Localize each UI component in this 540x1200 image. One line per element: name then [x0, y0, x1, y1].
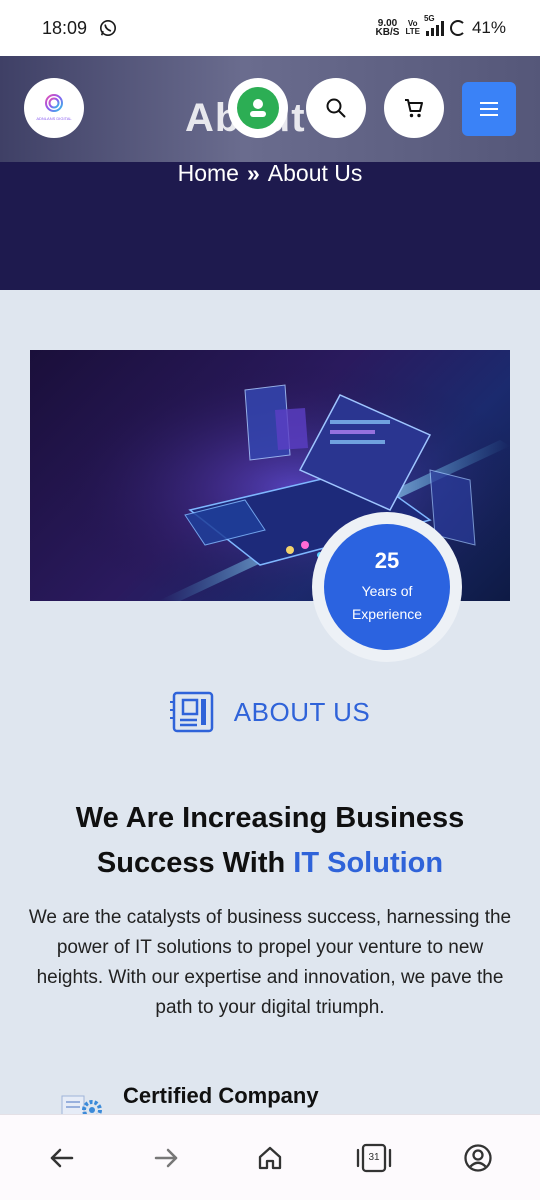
experience-years: 25: [374, 548, 400, 573]
menu-button[interactable]: [462, 82, 516, 136]
arrow-right-icon: [154, 1148, 178, 1167]
user-account-button[interactable]: [228, 78, 288, 138]
cart-icon: [405, 99, 423, 118]
logo-text: ADNLANS DIGITAL: [36, 116, 72, 121]
tabs-button[interactable]: 31: [346, 1130, 402, 1186]
battery-icon: [449, 20, 466, 36]
breadcrumb-current: About Us: [267, 160, 363, 186]
volte-indicator: Vo LTE: [405, 19, 420, 36]
certificate-icon: [58, 1086, 104, 1116]
section-heading: We Are Increasing Business Success With …: [20, 796, 520, 886]
search-button[interactable]: [306, 78, 366, 138]
tab-count: 31: [368, 1152, 380, 1163]
network-speed: 9.00 KB/S: [375, 18, 400, 38]
experience-label-1: Years of: [361, 583, 413, 599]
cart-button[interactable]: [384, 78, 444, 138]
signal-icon: 5G: [424, 14, 444, 36]
browser-bottom-nav: 31: [0, 1114, 540, 1200]
section-tag-label: ABOUT US: [233, 696, 371, 727]
double-chevron-right-icon: »: [246, 160, 260, 186]
heading-highlight: IT Solution: [293, 847, 444, 879]
home-icon: [258, 1146, 282, 1169]
section-tag: ABOUT US: [0, 690, 540, 734]
status-bar: 18:09 9.00 KB/S Vo LTE 5G 41%: [0, 0, 540, 56]
status-time: 18:09: [42, 17, 88, 38]
back-button[interactable]: [34, 1130, 90, 1186]
circuit-board-icon: [169, 691, 214, 733]
section-description: We are the catalysts of business success…: [28, 907, 512, 1018]
breadcrumb: Home » About Us: [0, 160, 540, 187]
user-icon: [237, 87, 279, 129]
breadcrumb-home-link[interactable]: Home: [178, 160, 239, 186]
profile-button[interactable]: [450, 1130, 506, 1186]
whatsapp-icon: [100, 19, 117, 37]
experience-label-2: Experience: [351, 606, 423, 622]
battery-level: 41%: [471, 18, 506, 37]
feature-title: Certified Company: [123, 1083, 319, 1108]
forward-button[interactable]: [138, 1130, 194, 1186]
search-icon: [326, 98, 346, 118]
arrow-left-icon: [50, 1148, 74, 1167]
page-hero: About Home»About Us ADNLANS DIGITAL: [0, 56, 540, 290]
site-logo[interactable]: ADNLANS DIGITAL: [24, 78, 84, 138]
experience-circle: 25 Years of Experience: [324, 524, 450, 650]
home-button[interactable]: [242, 1130, 298, 1186]
hamburger-icon: [480, 102, 498, 104]
experience-badge: 25 Years of Experience: [312, 512, 462, 662]
account-circle-icon: [464, 1143, 492, 1172]
